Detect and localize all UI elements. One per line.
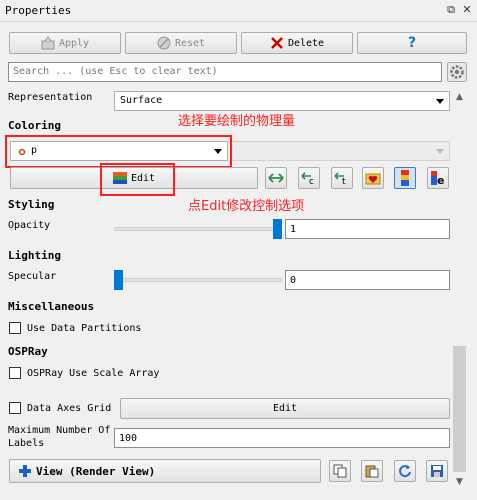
color-legend-icon[interactable] <box>394 167 416 189</box>
representation-select[interactable]: Surface <box>114 91 450 111</box>
apply-icon <box>41 36 55 50</box>
use-data-partitions-checkbox[interactable] <box>9 322 21 334</box>
search-input[interactable]: Search ... (use Esc to clear text) <box>8 62 442 82</box>
miscellaneous-section: Miscellaneous <box>8 300 95 313</box>
chevron-down-icon <box>436 149 444 154</box>
save-defaults-icon[interactable] <box>426 460 448 482</box>
use-data-partitions-label: Use Data Partitions <box>27 323 142 334</box>
specular-slider-handle[interactable] <box>114 270 123 290</box>
opacity-input[interactable]: 1 <box>285 219 450 239</box>
reset-label: Reset <box>174 37 206 49</box>
data-axes-grid-edit-button[interactable]: Edit <box>120 398 450 419</box>
gear-icon[interactable] <box>447 62 467 82</box>
restore-defaults-icon[interactable] <box>394 460 416 482</box>
close-icon[interactable]: ✕ <box>460 3 474 17</box>
annotation-box-edit <box>100 163 175 196</box>
properties-scrollbar[interactable]: ▲ ▼ <box>451 88 468 490</box>
opacity-label: Opacity <box>8 220 51 231</box>
rescale-range-icon[interactable] <box>265 167 287 189</box>
scroll-down-icon[interactable]: ▼ <box>454 478 465 487</box>
styling-section: Styling <box>8 198 55 211</box>
opacity-slider[interactable] <box>114 227 282 231</box>
svg-text:t: t <box>342 177 346 185</box>
svg-text:e: e <box>437 174 444 186</box>
representation-label: Representation <box>8 92 93 103</box>
rescale-temporal-icon[interactable]: t <box>331 167 353 189</box>
annotation-select-quantity: 选择要绘制的物理量 <box>178 114 296 129</box>
representation-value: Surface <box>120 95 163 106</box>
svg-text:c: c <box>309 177 314 185</box>
coloring-section: Coloring <box>8 119 61 132</box>
data-axes-grid-edit-label: Edit <box>272 403 298 414</box>
help-icon: ? <box>407 35 417 51</box>
data-axes-grid-checkbox[interactable] <box>9 402 21 414</box>
scroll-up-icon[interactable]: ▲ <box>454 93 465 102</box>
apply-button[interactable]: Apply <box>9 32 121 54</box>
view-title: View (Render View) <box>36 464 156 478</box>
lighting-section: Lighting <box>8 249 61 262</box>
max-labels-label-line2: Labels <box>8 438 45 449</box>
paste-icon[interactable] <box>361 460 383 482</box>
favorite-colormap-icon[interactable] <box>362 167 384 189</box>
specular-slider[interactable] <box>114 278 282 282</box>
float-icon[interactable]: ⧉ <box>444 3 458 17</box>
copy-icon[interactable] <box>329 460 351 482</box>
rescale-custom-icon[interactable]: c <box>298 167 320 189</box>
delete-label: Delete <box>287 37 325 49</box>
panel-title: Properties <box>5 4 72 17</box>
apply-label: Apply <box>58 37 90 49</box>
plus-icon <box>19 465 31 477</box>
component-select[interactable] <box>230 141 450 161</box>
delete-button[interactable]: Delete <box>241 32 353 54</box>
edit-legend-icon[interactable]: e <box>427 167 449 189</box>
delete-icon <box>271 37 283 49</box>
max-labels-input[interactable]: 100 <box>114 428 450 448</box>
specular-label: Specular <box>8 271 57 282</box>
max-labels-label-line1: Maximum Number Of <box>8 425 111 436</box>
opacity-slider-handle[interactable] <box>273 219 282 239</box>
scrollbar-thumb[interactable] <box>453 346 466 472</box>
chevron-down-icon <box>436 99 444 104</box>
data-axes-grid-label: Data Axes Grid <box>27 403 112 414</box>
annotation-edit-controls: 点Edit修改控制选项 <box>188 199 305 214</box>
specular-input[interactable]: 0 <box>285 270 450 290</box>
view-section-toggle[interactable]: View (Render View) <box>9 459 321 483</box>
ospray-scale-array-label: OSPRay Use Scale Array <box>27 368 160 379</box>
reset-button[interactable]: Reset <box>125 32 237 54</box>
help-button[interactable]: ? <box>357 32 467 54</box>
ospray-scale-array-checkbox[interactable] <box>9 367 21 379</box>
panel-titlebar: Properties ⧉ ✕ <box>0 0 477 22</box>
ospray-section: OSPRay <box>8 345 48 358</box>
reset-icon <box>157 36 171 50</box>
